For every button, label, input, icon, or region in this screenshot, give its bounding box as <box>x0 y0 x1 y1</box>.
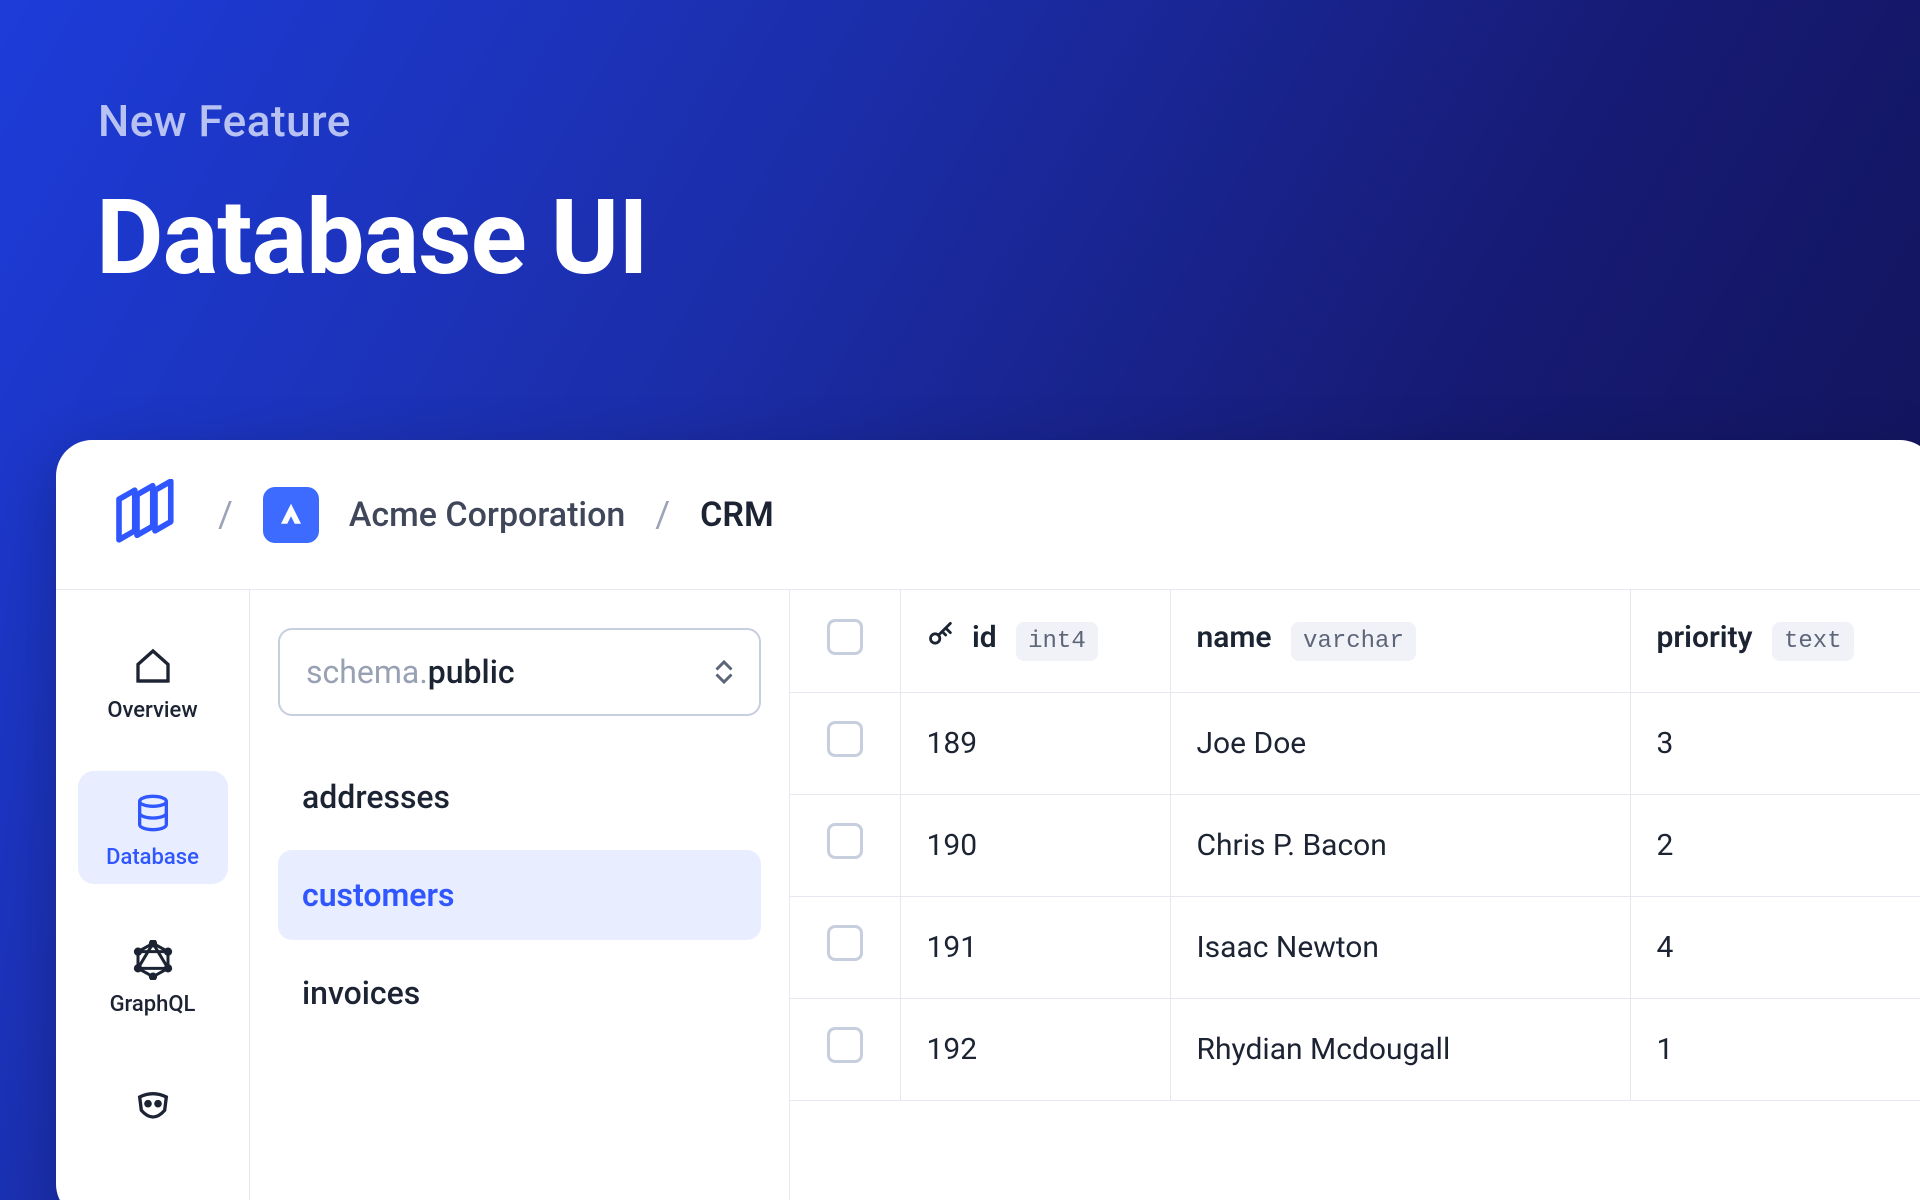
column-name: priority <box>1657 620 1753 655</box>
home-icon <box>131 644 175 688</box>
rail-item-overview[interactable]: Overview <box>78 624 228 737</box>
table-item[interactable]: invoices <box>278 948 761 1038</box>
row-select-cell <box>790 692 900 794</box>
column-name: name <box>1197 620 1272 655</box>
column-type-badge: text <box>1772 622 1854 661</box>
rail-item-more[interactable] <box>78 1065 228 1129</box>
primary-key-icon <box>927 621 955 657</box>
rail-item-label: Database <box>106 845 199 870</box>
cell-priority[interactable]: 3 <box>1630 692 1920 794</box>
row-select-cell <box>790 998 900 1100</box>
breadcrumb-project[interactable]: CRM <box>700 495 774 535</box>
schema-select[interactable]: schema.public <box>278 628 761 716</box>
mask-icon <box>131 1085 175 1129</box>
hero-kicker: New Feature <box>98 95 351 147</box>
row-checkbox[interactable] <box>827 721 863 757</box>
column-type-badge: varchar <box>1291 622 1416 661</box>
rail-item-label: Overview <box>107 698 197 723</box>
nav-rail: Overview Database <box>56 590 250 1200</box>
row-select-cell <box>790 896 900 998</box>
graphql-icon <box>131 938 175 982</box>
cell-id[interactable]: 191 <box>900 896 1170 998</box>
column-type-badge: int4 <box>1016 622 1098 661</box>
cell-name[interactable]: Chris P. Bacon <box>1170 794 1630 896</box>
table-row[interactable]: 192Rhydian Mcdougall1 <box>790 998 1920 1100</box>
rail-item-label: GraphQL <box>110 992 196 1017</box>
column-name: id <box>972 620 997 655</box>
table-list: addresses customers invoices <box>278 752 761 1038</box>
cell-name[interactable]: Isaac Newton <box>1170 896 1630 998</box>
table-sidebar: schema.public addresses customers invoic… <box>250 590 790 1200</box>
breadcrumb-separator: / <box>655 494 670 536</box>
row-checkbox[interactable] <box>827 925 863 961</box>
table-item[interactable]: customers <box>278 850 761 940</box>
header-row: id int4 name varchar priority text <box>790 590 1920 692</box>
app-window: / Acme Corporation / CRM Overview <box>56 440 1920 1200</box>
table-row[interactable]: 189Joe Doe3 <box>790 692 1920 794</box>
table-item[interactable]: addresses <box>278 752 761 842</box>
rail-item-graphql[interactable]: GraphQL <box>78 918 228 1031</box>
row-checkbox[interactable] <box>827 823 863 859</box>
cell-name[interactable]: Joe Doe <box>1170 692 1630 794</box>
select-all-cell <box>790 590 900 692</box>
rail-item-database[interactable]: Database <box>78 771 228 884</box>
cell-name[interactable]: Rhydian Mcdougall <box>1170 998 1630 1100</box>
cell-id[interactable]: 189 <box>900 692 1170 794</box>
cell-priority[interactable]: 1 <box>1630 998 1920 1100</box>
table-row[interactable]: 191Isaac Newton4 <box>790 896 1920 998</box>
select-all-checkbox[interactable] <box>827 619 863 655</box>
column-header-name[interactable]: name varchar <box>1170 590 1630 692</box>
cell-id[interactable]: 190 <box>900 794 1170 896</box>
breadcrumb-bar: / Acme Corporation / CRM <box>56 440 1920 590</box>
cell-priority[interactable]: 4 <box>1630 896 1920 998</box>
org-avatar-icon <box>263 487 319 543</box>
data-grid: id int4 name varchar priority text <box>790 590 1920 1200</box>
column-header-priority[interactable]: priority text <box>1630 590 1920 692</box>
hero-title: Database UI <box>96 178 648 299</box>
column-header-id[interactable]: id int4 <box>900 590 1170 692</box>
product-logo-icon <box>104 473 188 557</box>
cell-priority[interactable]: 2 <box>1630 794 1920 896</box>
breadcrumb-separator: / <box>218 494 233 536</box>
database-icon <box>131 791 175 835</box>
cell-id[interactable]: 192 <box>900 998 1170 1100</box>
table-row[interactable]: 190Chris P. Bacon2 <box>790 794 1920 896</box>
breadcrumb-org[interactable]: Acme Corporation <box>349 495 625 535</box>
chevron-updown-icon <box>715 659 733 685</box>
schema-select-label: schema.public <box>306 653 515 691</box>
row-checkbox[interactable] <box>827 1027 863 1063</box>
row-select-cell <box>790 794 900 896</box>
